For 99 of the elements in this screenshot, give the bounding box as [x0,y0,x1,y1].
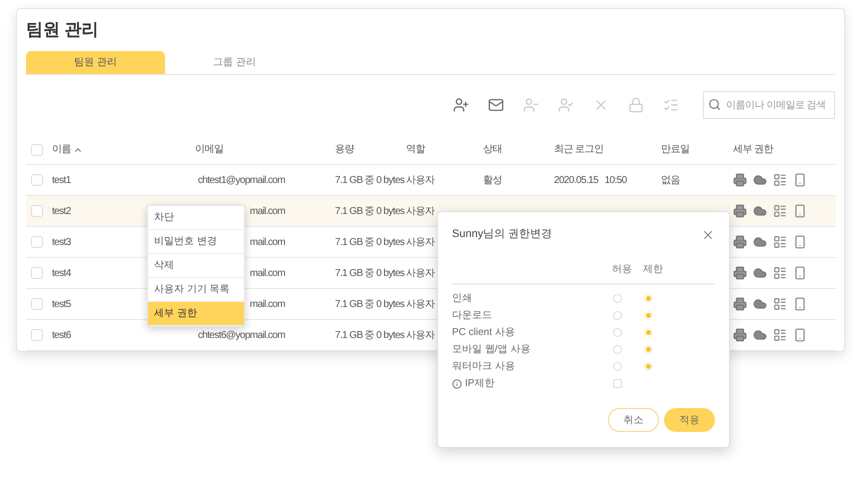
radio-button[interactable] [613,328,622,337]
table-cell: 사용자 [406,330,434,340]
printer-icon[interactable] [733,297,747,311]
table-cell: 7.1 GB 중 0 bytes [335,330,404,340]
column-header: 상태 [483,143,502,157]
radio-button[interactable] [613,294,622,303]
column-header: 이름 [52,143,71,157]
menu-item[interactable]: 삭제 [148,254,244,278]
printer-icon[interactable] [733,173,747,187]
table-cell: 7.1 GB 중 0 bytes [335,236,404,248]
cancel-button[interactable]: 취소 [608,408,659,432]
search-icon [708,98,721,111]
table-cell: test3 [52,236,71,248]
option-label: 다운로드 [452,309,492,323]
table-cell: 사용자 [406,298,434,310]
printer-icon[interactable] [733,266,747,280]
cloud-icon[interactable] [753,173,767,187]
option-label: IP제한 [465,377,494,391]
option-label: 워터마크 사용 [452,360,515,374]
checkbox[interactable] [31,267,43,279]
phone-icon[interactable] [793,266,807,280]
list-window-icon[interactable] [773,204,787,218]
column-header: 용량 [335,143,354,157]
user-add-icon[interactable] [453,97,469,113]
table-cell: 사용자 [406,174,434,186]
printer-icon[interactable] [733,235,747,249]
phone-icon[interactable] [793,235,807,249]
option-label: 인쇄 [452,292,472,306]
radio-button[interactable] [644,328,653,337]
table-cell-text: mail.com [250,236,285,250]
list-window-icon[interactable] [773,173,787,187]
radio-button[interactable] [644,345,653,354]
table-cell: 7.1 GB 중 0 bytes [335,174,404,186]
list-window-icon[interactable] [773,235,787,249]
apply-button[interactable]: 적용 [664,408,715,432]
cloud-icon[interactable] [753,235,767,249]
table-cell-text: mail.com [250,298,285,312]
checkbox[interactable] [31,236,43,248]
table-cell: 7.1 GB 중 0 bytes [335,206,404,216]
phone-icon[interactable] [793,204,807,218]
table-cell: 7.1 GB 중 0 bytes [335,268,404,278]
dialog-title: Sunny님의 권한변경 [452,227,552,242]
cloud-icon[interactable] [753,297,767,311]
checkbox[interactable] [613,379,622,388]
table-cell: test5 [52,298,71,310]
radio-button[interactable] [613,345,622,354]
radio-button[interactable] [613,311,622,320]
column-header: 만료일 [661,143,690,157]
printer-icon[interactable] [733,328,747,342]
column-header: 최근 로그인 [554,143,604,157]
table-cell: 사용자 [406,268,434,278]
checkbox[interactable] [31,298,43,310]
table-cell: 2020.05.15 10:50 [554,174,627,186]
cloud-icon[interactable] [753,328,767,342]
phone-icon[interactable] [793,173,807,187]
mail-icon[interactable] [488,97,504,113]
table-cell-text: chtest6@yopmail.com [198,328,285,342]
page-title: 팀원 관리 [26,19,99,42]
table-cell: 7.1 GB 중 0 bytes [335,298,404,310]
radio-button[interactable] [644,294,653,303]
table-cell: 사용자 [406,206,434,216]
column-header: 허용 [612,263,633,277]
table-cell: test2 [52,206,71,216]
cloud-icon[interactable] [753,266,767,280]
column-header: 제한 [643,263,664,277]
list-window-icon[interactable] [773,266,787,280]
table-cell: test1 [52,174,71,186]
table-cell: test4 [52,268,71,278]
info-icon[interactable] [452,378,462,388]
checkbox[interactable] [31,174,43,186]
radio-button[interactable] [613,362,622,371]
phone-icon[interactable] [793,297,807,311]
menu-item[interactable]: 차단 [148,206,244,230]
phone-icon[interactable] [793,328,807,342]
table-cell-text: mail.com [250,204,285,218]
checkbox[interactable] [31,329,43,341]
menu-item[interactable]: 비밀번호 변경 [148,230,244,254]
table-cell: 활성 [483,174,502,186]
list-window-icon[interactable] [773,297,787,311]
printer-icon[interactable] [733,204,747,218]
checkbox[interactable] [31,205,43,217]
table-cell-text: chtest1@yopmail.com [198,174,285,188]
column-header: 이메일 [195,143,224,157]
cloud-icon[interactable] [753,204,767,218]
checkbox[interactable] [31,144,43,156]
menu-item[interactable]: 세부 권한 [148,302,244,326]
table-cell: 없음 [661,174,680,186]
column-header: 세부 권한 [733,143,773,157]
column-header: 역할 [406,143,425,157]
menu-item[interactable]: 사용자 기기 목록 [148,278,244,302]
radio-button[interactable] [644,311,653,320]
table-cell: test6 [52,330,71,340]
table-cell-text: mail.com [250,266,285,280]
list-window-icon[interactable] [773,328,787,342]
table-cell: 사용자 [406,236,434,248]
search-field[interactable]: 이름이나 이메일로 검색 [703,91,835,119]
option-label: PC client 사용 [452,326,515,340]
radio-button[interactable] [644,362,653,371]
tab[interactable]: 팀원 관리 [26,51,165,74]
